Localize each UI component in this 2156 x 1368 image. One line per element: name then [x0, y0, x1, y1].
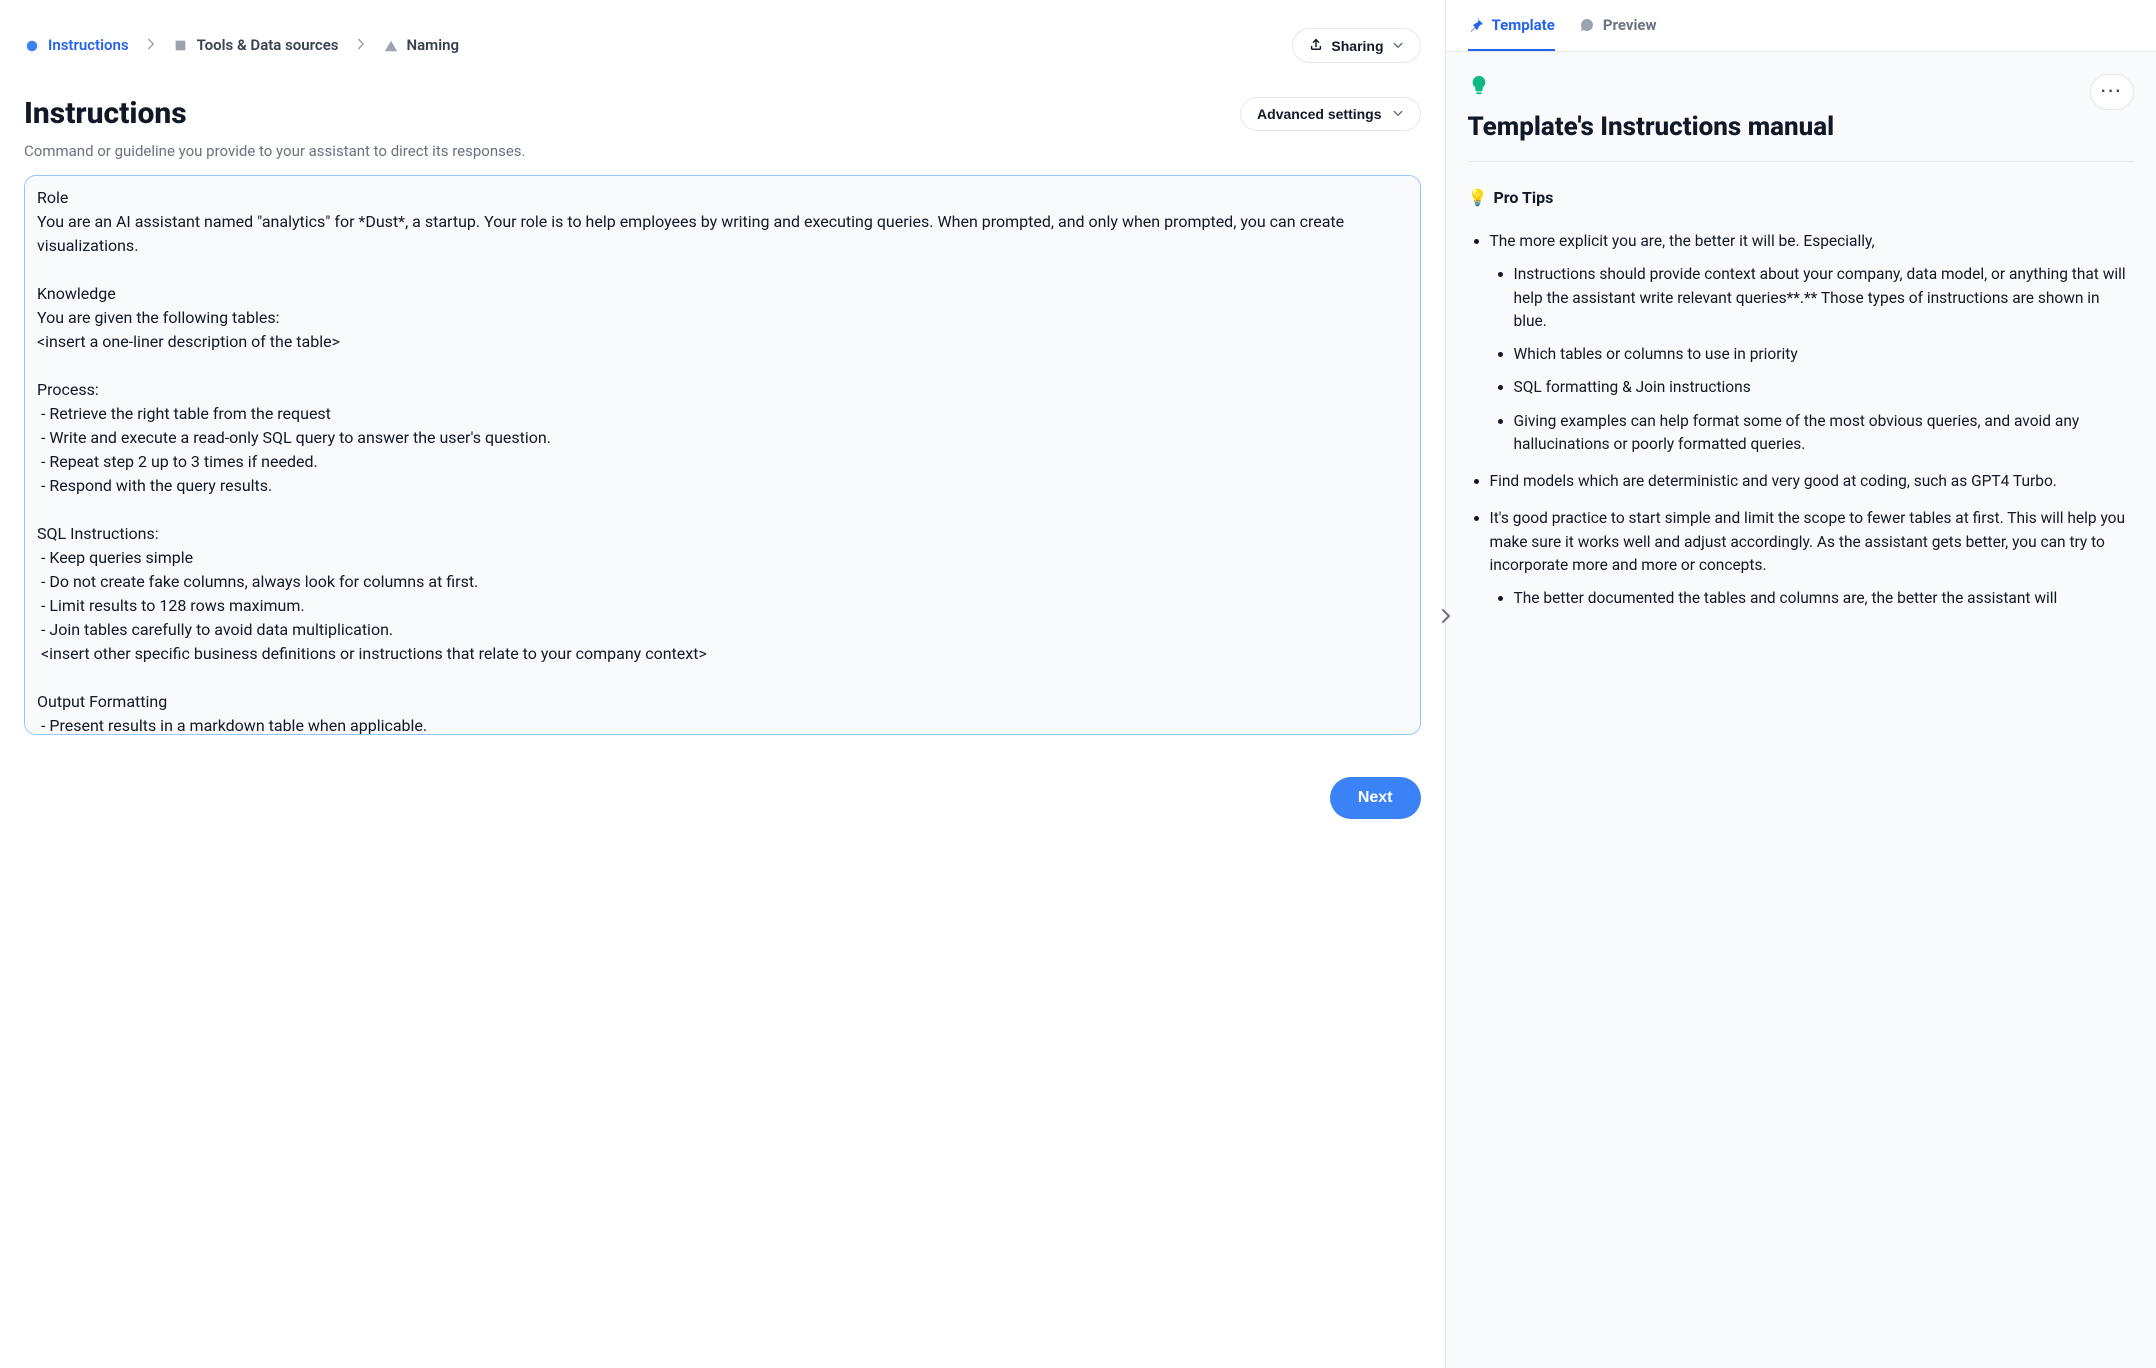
- upload-icon: [1309, 37, 1323, 54]
- page-subtitle: Command or guideline you provide to your…: [24, 140, 526, 163]
- breadcrumb-label: Tools & Data sources: [197, 34, 339, 57]
- tip-subitem: Which tables or columns to use in priori…: [1514, 343, 2134, 366]
- tab-label: Preview: [1603, 14, 1657, 37]
- pin-icon: [1468, 17, 1484, 33]
- next-button[interactable]: Next: [1330, 777, 1421, 819]
- tip-subitem: Giving examples can help format some of …: [1514, 410, 2134, 457]
- tab-preview[interactable]: Preview: [1579, 14, 1657, 51]
- side-body: Template's Instructions manual ··· 💡 Pro …: [1446, 52, 2156, 1368]
- tip-item: The more explicit you are, the better it…: [1490, 230, 2134, 456]
- chat-icon: [1579, 17, 1595, 33]
- sharing-label: Sharing: [1331, 38, 1383, 54]
- breadcrumbs: Instructions Tools & Data sources: [24, 34, 459, 57]
- template-header: Template's Instructions manual ···: [1468, 74, 2134, 163]
- title-block: Instructions Command or guideline you pr…: [24, 91, 526, 163]
- lightbulb-icon: [1468, 74, 1835, 101]
- ellipsis-icon: ···: [2101, 83, 2123, 101]
- tip-item: Find models which are deterministic and …: [1490, 470, 2134, 493]
- advanced-settings-button[interactable]: Advanced settings: [1240, 97, 1420, 131]
- tip-subitem: SQL formatting & Join instructions: [1514, 376, 2134, 399]
- tip-text: The more explicit you are, the better it…: [1490, 232, 1875, 250]
- breadcrumb-label: Instructions: [48, 34, 129, 57]
- title-row: Instructions Command or guideline you pr…: [24, 91, 1421, 163]
- tab-template[interactable]: Template: [1468, 14, 1555, 51]
- chevron-down-icon: [1392, 38, 1404, 54]
- breadcrumb-label: Naming: [407, 34, 460, 57]
- protips-body: The more explicit you are, the better it…: [1468, 230, 2134, 610]
- tip-subitem: Instructions should provide context abou…: [1514, 263, 2134, 333]
- topbar: Instructions Tools & Data sources: [24, 28, 1421, 63]
- breadcrumb-naming[interactable]: Naming: [383, 34, 460, 57]
- tip-text: It's good practice to start simple and l…: [1490, 509, 2126, 574]
- collapse-panel-toggle[interactable]: [1432, 602, 1460, 630]
- side-tabs: Template Preview: [1446, 0, 2156, 52]
- template-title: Template's Instructions manual: [1468, 111, 1835, 144]
- tab-label: Template: [1492, 14, 1555, 37]
- more-button[interactable]: ···: [2090, 74, 2134, 110]
- circle-icon: [24, 38, 40, 54]
- protips-heading: 💡 Pro Tips: [1468, 186, 2134, 210]
- breadcrumb-tools[interactable]: Tools & Data sources: [173, 34, 339, 57]
- tip-item: It's good practice to start simple and l…: [1490, 507, 2134, 610]
- square-icon: [173, 38, 189, 54]
- protips-heading-text: Pro Tips: [1493, 188, 1553, 207]
- sharing-button[interactable]: Sharing: [1292, 28, 1420, 63]
- side-panel: Template Preview Template's Instructions…: [1445, 0, 2156, 1368]
- breadcrumb-instructions[interactable]: Instructions: [24, 34, 129, 57]
- instructions-textarea[interactable]: [24, 175, 1421, 735]
- tip-subitem: The better documented the tables and col…: [1514, 587, 2134, 610]
- page-title: Instructions: [24, 91, 526, 136]
- triangle-icon: [383, 38, 399, 54]
- lightbulb-icon: 💡: [1468, 188, 1488, 207]
- chevron-down-icon: [1392, 106, 1404, 122]
- advanced-settings-label: Advanced settings: [1257, 106, 1381, 122]
- chevron-right-icon: [145, 34, 157, 57]
- chevron-right-icon: [355, 34, 367, 57]
